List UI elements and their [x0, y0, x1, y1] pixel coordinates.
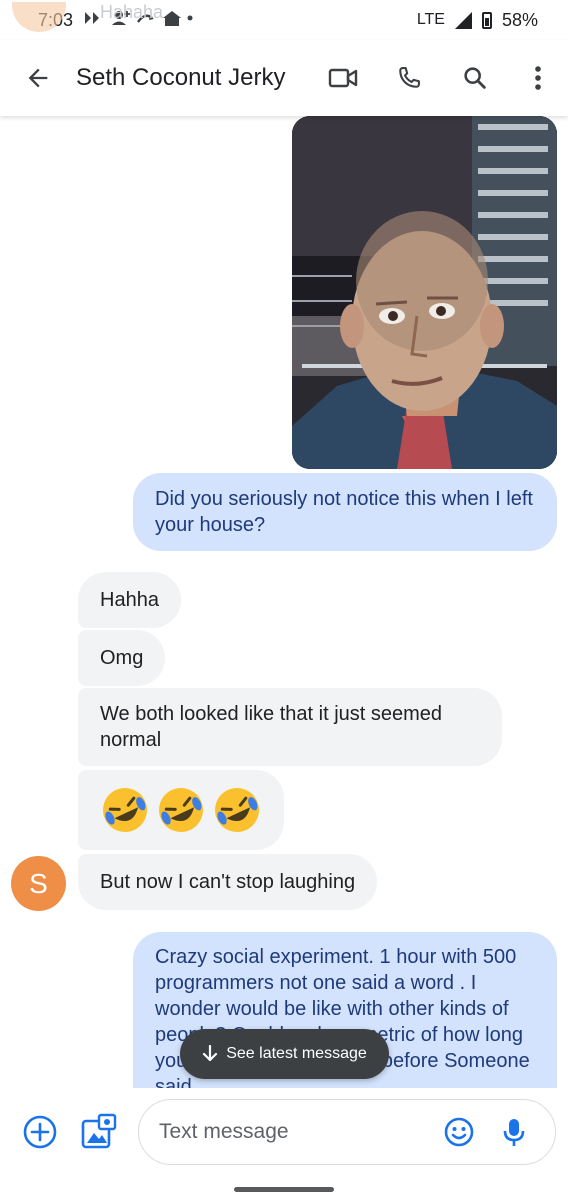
back-button[interactable] — [0, 40, 76, 116]
gesture-nav-handle[interactable] — [234, 1187, 334, 1192]
text-message-input[interactable] — [159, 1120, 429, 1144]
phone-call-button[interactable] — [376, 45, 442, 111]
incoming-message[interactable]: Hahha — [78, 572, 181, 628]
voice-input-button[interactable] — [494, 1112, 534, 1152]
rolling-laughing-emoji-icon — [159, 788, 203, 832]
emoji-message[interactable] — [78, 770, 284, 850]
header-actions — [310, 45, 568, 111]
signal-icon — [454, 11, 472, 29]
arrow-down-icon — [203, 1045, 218, 1062]
selfie-image — [292, 116, 557, 469]
ghost-text: Hahaha — [100, 2, 164, 22]
conversation-header: Seth Coconut Jerky — [0, 40, 568, 116]
emoji-button[interactable] — [439, 1112, 479, 1152]
status-bar: 7:03 LTE 58% — [0, 0, 568, 40]
gallery-icon — [81, 1113, 117, 1149]
message-text: Did you seriously not notice this when I… — [155, 488, 533, 536]
attach-button[interactable] — [20, 1112, 60, 1152]
microphone-icon — [503, 1119, 525, 1146]
network-label: LTE — [416, 11, 445, 28]
rolling-laughing-emoji-icon — [103, 788, 147, 832]
emoji-row — [100, 785, 262, 835]
rolling-laughing-emoji-icon — [215, 788, 259, 832]
gallery-button[interactable] — [78, 1112, 118, 1152]
see-latest-message-button[interactable]: See latest message — [180, 1029, 389, 1079]
contact-name[interactable]: Seth Coconut Jerky — [76, 64, 310, 92]
text-message-field[interactable] — [138, 1099, 556, 1165]
see-latest-label: See latest message — [226, 1045, 367, 1062]
photo-message[interactable] — [292, 116, 557, 469]
message-text: We both looked like that it just seemed … — [100, 703, 443, 751]
battery-level: 58% — [501, 9, 538, 30]
sender-avatar[interactable]: S — [11, 856, 66, 911]
video-call-button[interactable] — [310, 45, 376, 111]
message-list[interactable]: Did you seriously not notice this when I… — [0, 116, 568, 1088]
status-right: LTE 58% — [417, 10, 538, 31]
avatar-initial: S — [29, 867, 48, 899]
message-text: Omg — [100, 647, 144, 669]
phone-icon — [399, 67, 420, 88]
message-text: But now I can't stop laughing — [100, 871, 356, 893]
search-icon — [464, 67, 486, 89]
incoming-message[interactable]: We both looked like that it just seemed … — [78, 688, 502, 766]
add-circle-icon — [23, 1115, 57, 1149]
message-text: Hahha — [100, 589, 159, 611]
compose-bar — [0, 1088, 568, 1178]
back-arrow-icon — [28, 68, 48, 88]
incoming-message[interactable]: Omg — [78, 630, 166, 686]
emoji-icon — [444, 1117, 474, 1147]
battery-icon — [481, 11, 492, 29]
more-options-button[interactable] — [508, 45, 568, 111]
video-call-icon — [328, 68, 358, 88]
search-button[interactable] — [442, 45, 508, 111]
outgoing-message[interactable]: Did you seriously not notice this when I… — [133, 473, 557, 551]
more-vert-icon — [535, 66, 541, 90]
incoming-message[interactable]: But now I can't stop laughing — [78, 854, 378, 910]
